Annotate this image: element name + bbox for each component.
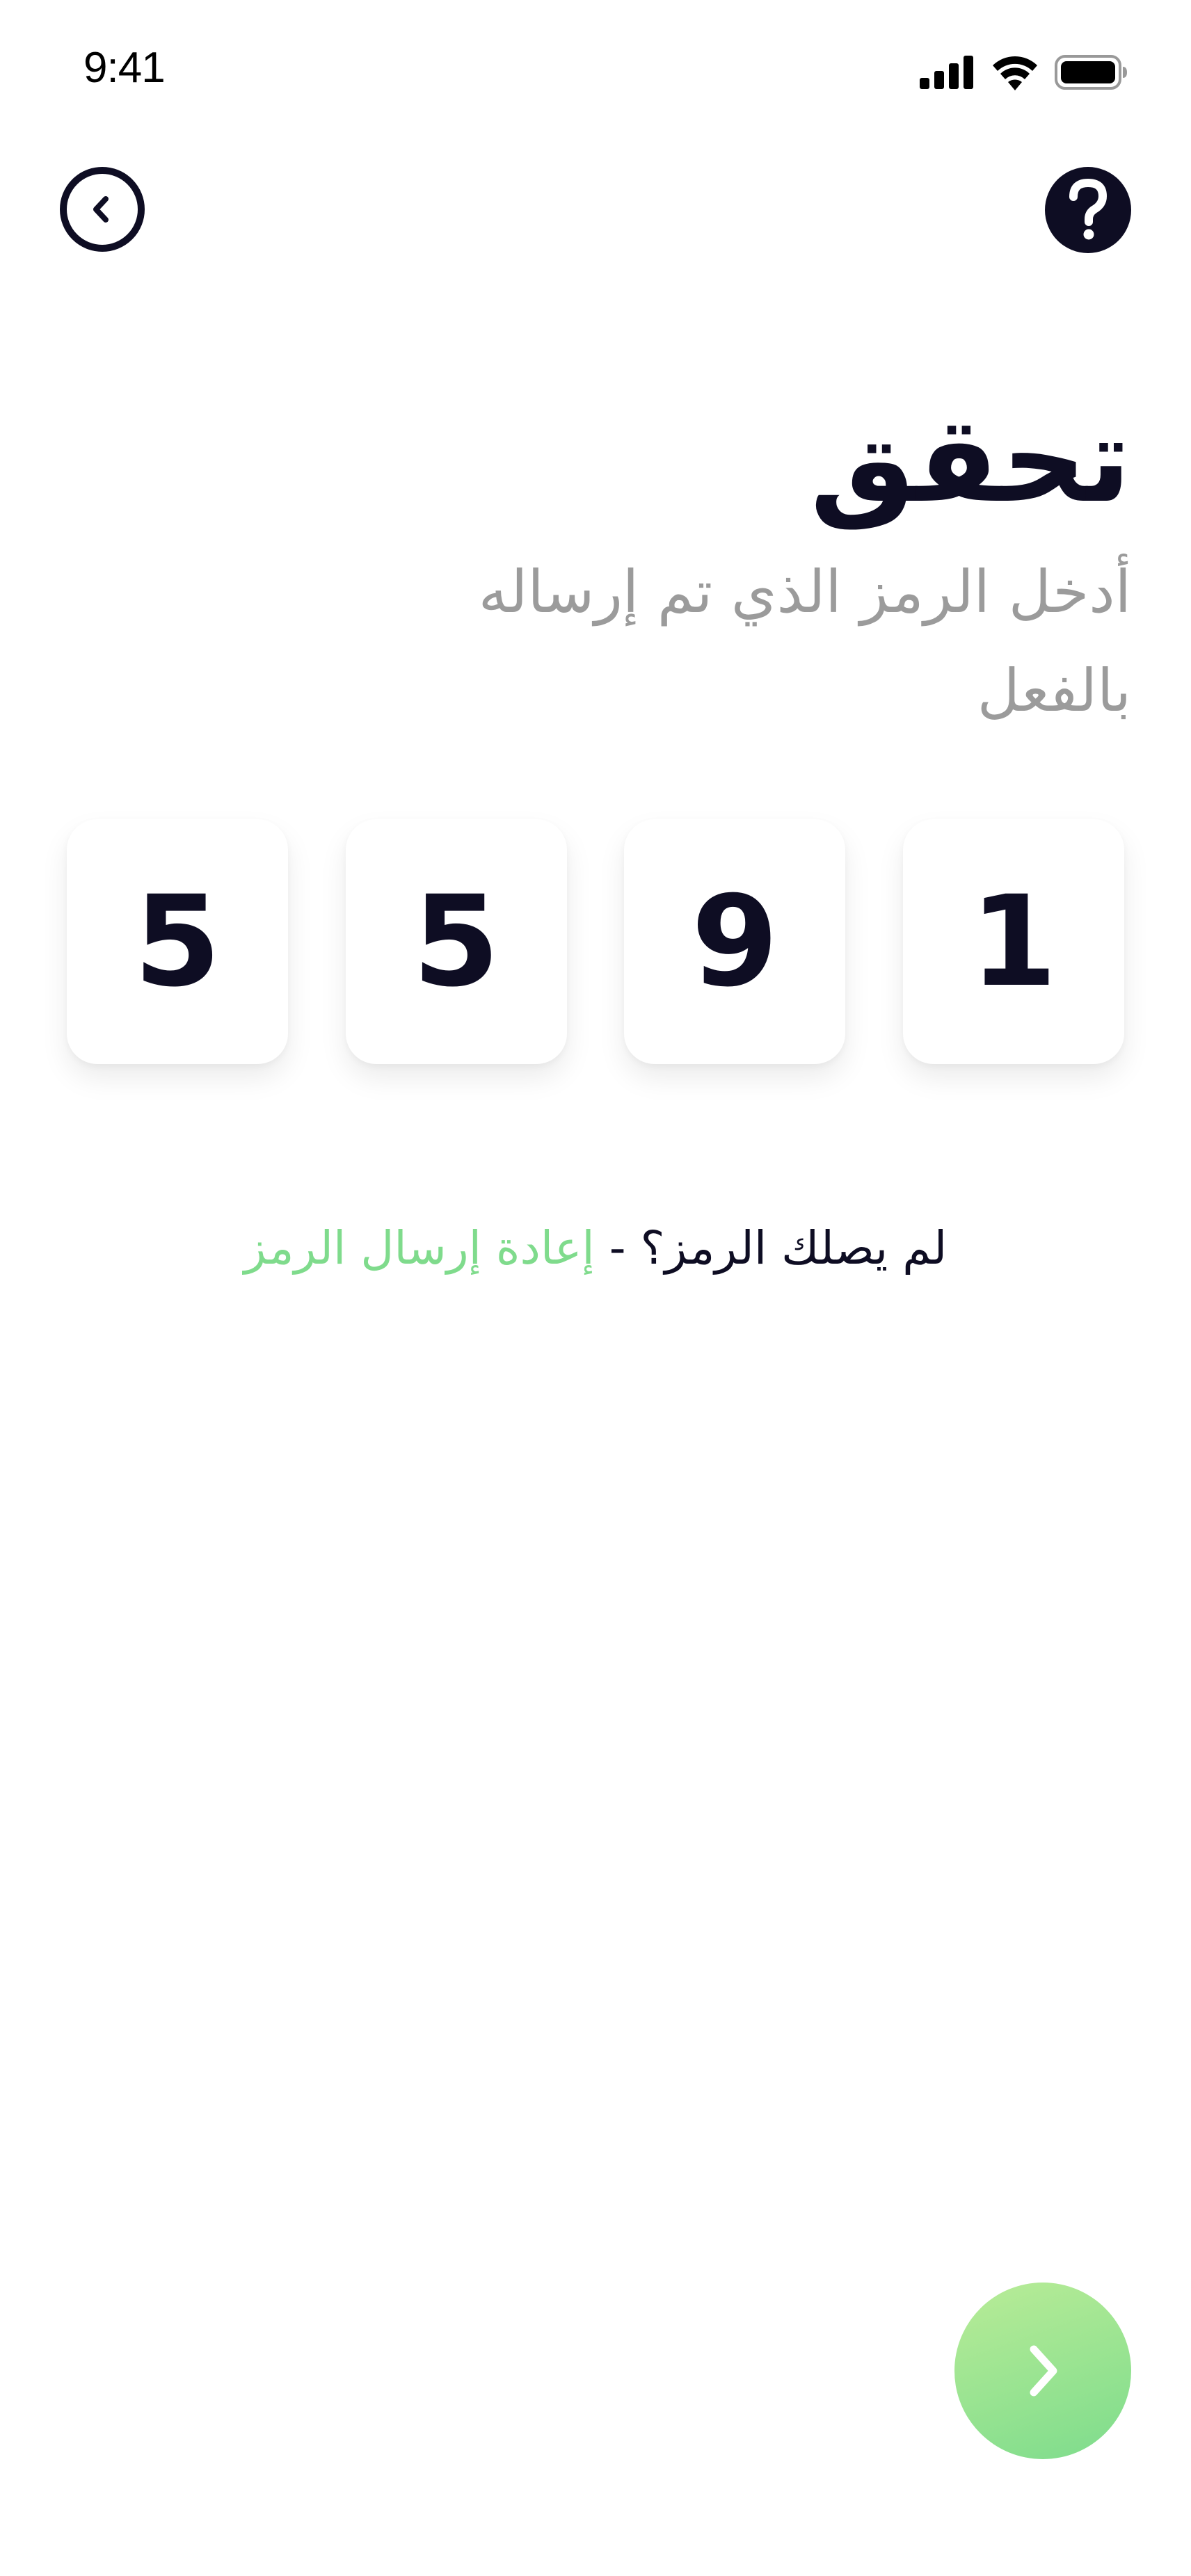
page-title: تحقق	[810, 392, 1131, 529]
wifi-icon	[993, 56, 1037, 90]
verification-screen: 9:41 تحقق أدخل الرمز الذي تم إرساله بالف…	[0, 0, 1191, 2576]
next-button[interactable]	[954, 2283, 1131, 2459]
chevron-right-icon	[1030, 2345, 1057, 2397]
page-subtitle: أدخل الرمز الذي تم إرساله بالفعل	[478, 558, 1131, 725]
resend-row: لم يصلك الرمز؟ - إعادة إرسال الرمز	[0, 1210, 1191, 1287]
otp-digit-1[interactable]: 5	[67, 819, 288, 1064]
otp-digit-2[interactable]: 5	[345, 819, 567, 1064]
otp-input-row: 5 5 9 1	[67, 819, 1124, 1064]
chevron-left-icon	[93, 196, 109, 223]
status-icons	[920, 51, 1128, 93]
help-button[interactable]	[1045, 167, 1131, 253]
resend-prompt: لم يصلك الرمز؟	[640, 1221, 948, 1275]
otp-digit-4[interactable]: 1	[902, 819, 1124, 1064]
resend-separator: -	[594, 1221, 641, 1275]
cellular-signal-icon	[920, 56, 973, 89]
back-button[interactable]	[60, 167, 145, 252]
resend-code-link[interactable]: إعادة إرسال الرمز	[244, 1221, 595, 1275]
battery-icon	[1055, 55, 1127, 90]
status-time: 9:41	[83, 44, 166, 92]
question-icon	[1069, 179, 1108, 240]
otp-digit-3[interactable]: 9	[624, 819, 846, 1064]
